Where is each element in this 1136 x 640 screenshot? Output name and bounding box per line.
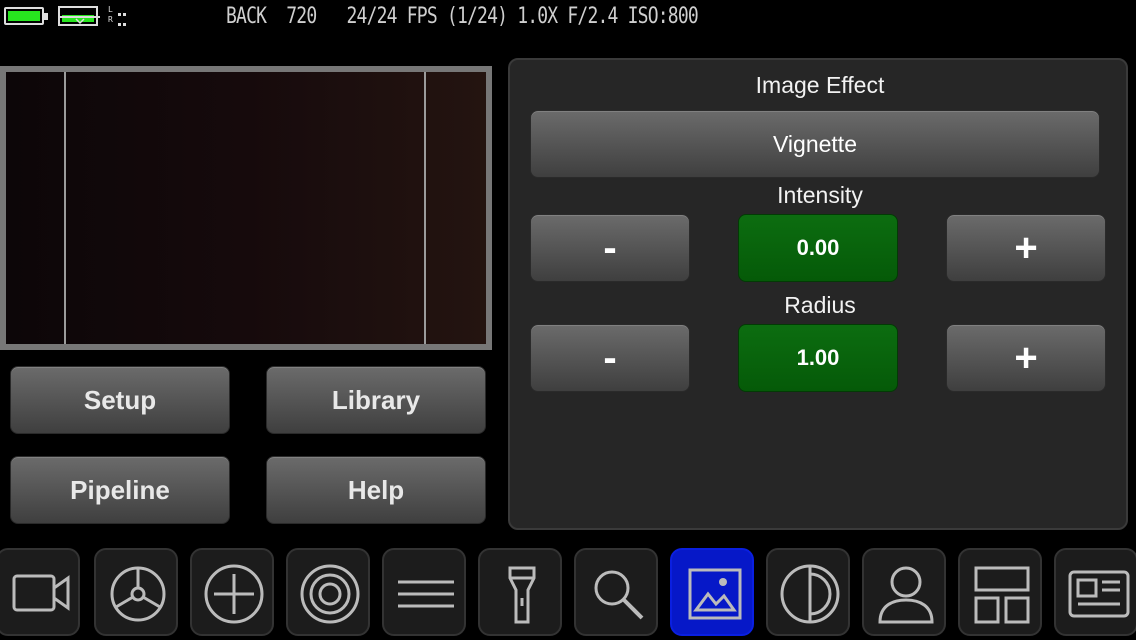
audio-meter-icon: L R: [108, 5, 132, 27]
minus-label: -: [603, 225, 617, 270]
library-button[interactable]: Library: [266, 366, 486, 434]
battery-icon: [4, 7, 48, 25]
effect-selector-button[interactable]: Vignette: [530, 110, 1100, 178]
library-label: Library: [331, 384, 421, 415]
image-icon[interactable]: [670, 548, 754, 636]
menu-lines-icon[interactable]: [382, 548, 466, 636]
panel-title: Image Effect: [755, 72, 885, 98]
audio-right-label: R: [108, 15, 113, 24]
radius-increase-button[interactable]: +: [946, 324, 1106, 392]
camera-preview[interactable]: [0, 66, 492, 350]
help-label: Help: [347, 474, 405, 505]
intensity-increase-button[interactable]: +: [946, 214, 1106, 282]
intensity-decrease-button[interactable]: -: [530, 214, 690, 282]
crosshair-icon[interactable]: [190, 548, 274, 636]
intensity-value-text: 0.00: [796, 235, 840, 260]
setup-button[interactable]: Setup: [10, 366, 230, 434]
plus-label: +: [1014, 225, 1038, 270]
minus-label: -: [603, 335, 617, 380]
intensity-value: 0.00: [738, 214, 898, 282]
pipeline-label: Pipeline: [70, 474, 170, 505]
person-icon[interactable]: [862, 548, 946, 636]
radius-value-text: 1.00: [796, 345, 840, 370]
settings-wheel-icon[interactable]: [94, 548, 178, 636]
frame-guide-left: [64, 72, 66, 344]
plus-label: +: [1014, 335, 1038, 380]
radius-decrease-button[interactable]: -: [530, 324, 690, 392]
pipeline-button[interactable]: Pipeline: [10, 456, 230, 524]
bottom-toolbar: [0, 546, 1136, 640]
image-effect-panel: Image Effect Vignette Intensity - 0.00 +…: [508, 58, 1128, 530]
flashlight-icon[interactable]: [478, 548, 562, 636]
help-button[interactable]: Help: [266, 456, 486, 524]
radius-value: 1.00: [738, 324, 898, 392]
effect-value: Vignette: [773, 130, 857, 157]
radius-label: Radius: [784, 292, 856, 318]
camera-status-readout: BACK 720 24/24 FPS (1/24) 1.0X F/2.4 ISO…: [226, 4, 699, 29]
storage-icon: [58, 6, 100, 26]
search-icon[interactable]: [574, 548, 658, 636]
target-icon[interactable]: [286, 548, 370, 636]
audio-left-label: L: [108, 5, 113, 14]
frame-guide-right: [424, 72, 426, 344]
setup-label: Setup: [83, 384, 157, 415]
contrast-icon[interactable]: [766, 548, 850, 636]
intensity-label: Intensity: [777, 182, 863, 208]
news-icon[interactable]: [1054, 548, 1136, 636]
video-camera-icon[interactable]: [0, 548, 80, 636]
status-bar: L R BACK 720 24/24 FPS (1/24) 1.0X F/2.4…: [0, 0, 1136, 36]
layout-icon[interactable]: [958, 548, 1042, 636]
